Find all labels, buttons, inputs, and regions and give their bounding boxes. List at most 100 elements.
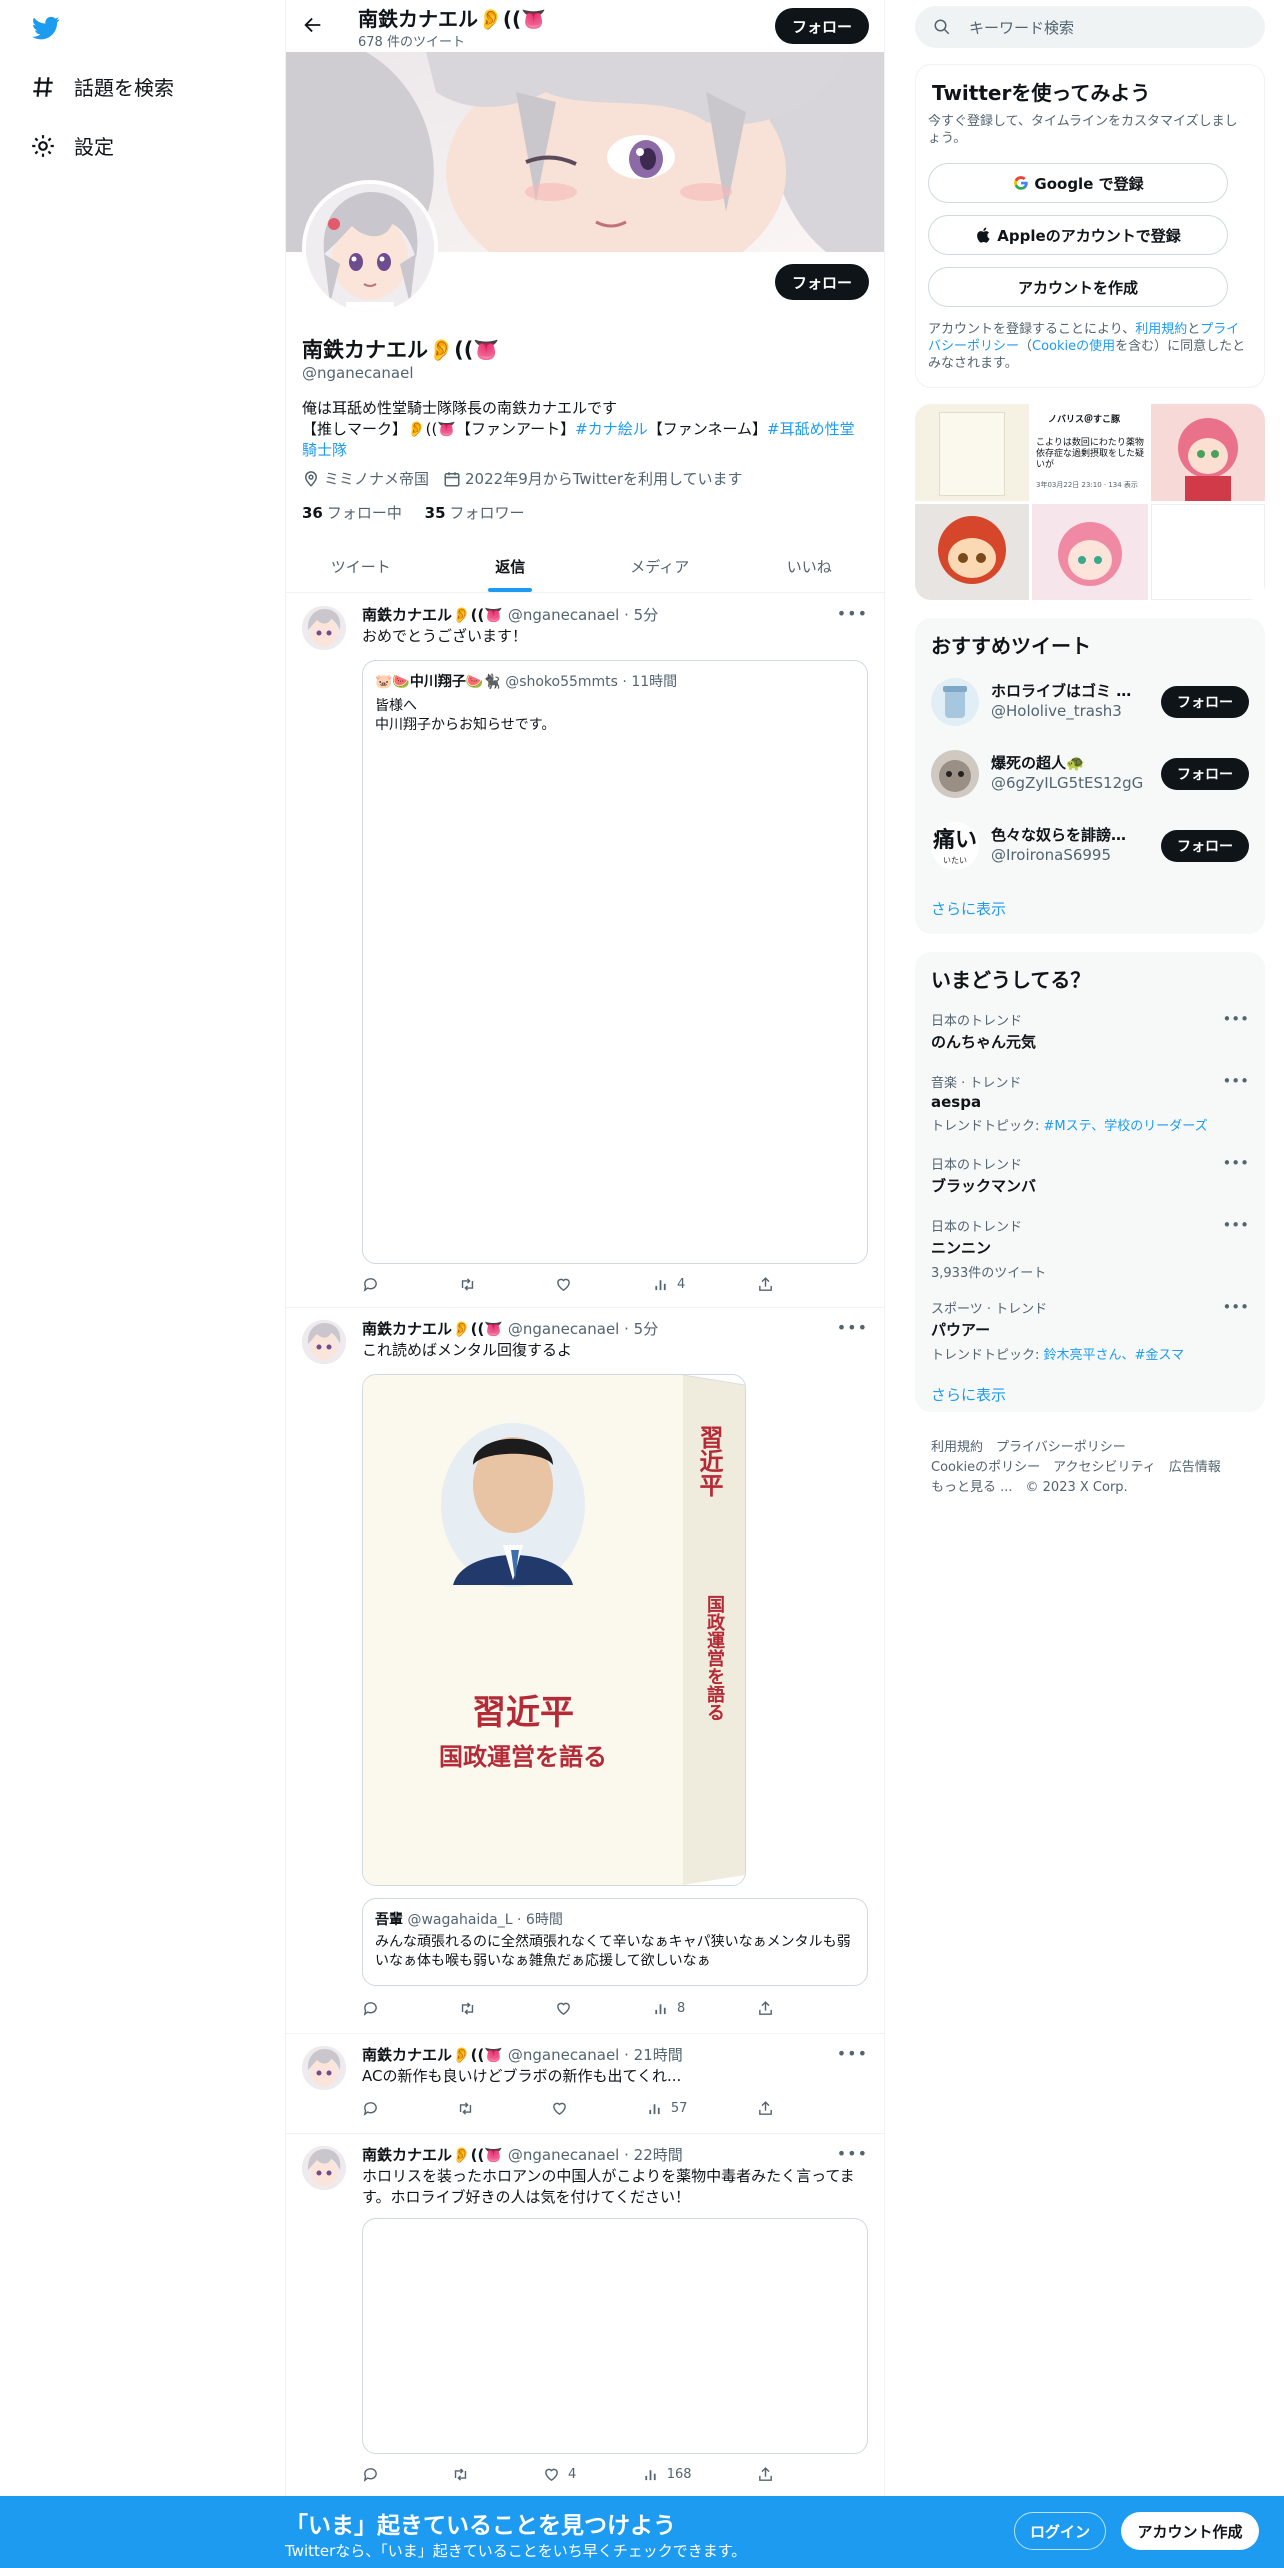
terms-text-c: （ bbox=[1019, 339, 1033, 354]
nav-explore[interactable]: 話題を検索 bbox=[30, 72, 174, 101]
show-more-link[interactable]: さらに表示 bbox=[931, 898, 1006, 919]
views-button[interactable]: 57 bbox=[646, 2100, 687, 2117]
media-thumb[interactable] bbox=[1151, 404, 1265, 501]
tweet-author-name[interactable]: 南鉄カナエル👂((👅 bbox=[362, 2146, 503, 2164]
suggestion-avatar[interactable]: 痛い いたい bbox=[931, 822, 979, 870]
views-button[interactable]: 168 bbox=[642, 2466, 692, 2483]
suggestion-item[interactable]: ホロライブはゴミ 3rd @Hololive_trash3 フォロー bbox=[931, 674, 1249, 728]
trend-item[interactable]: 日本のトレンド ブラックマンバ ••• bbox=[931, 1154, 1249, 1196]
back-arrow-icon[interactable] bbox=[302, 14, 324, 36]
quoted-tweet[interactable] bbox=[362, 2218, 868, 2454]
footer-links-1[interactable]: 利用規約 プライバシーポリシー bbox=[931, 1438, 1221, 1458]
followers-link[interactable]: 35 フォロワー bbox=[425, 504, 525, 522]
like-button[interactable] bbox=[555, 2000, 580, 2017]
header-follow-button[interactable]: フォロー bbox=[775, 8, 869, 44]
google-signup-button[interactable]: Google で登録 bbox=[928, 163, 1228, 203]
tweet-avatar[interactable] bbox=[302, 1320, 346, 1364]
apple-signup-button[interactable]: Appleのアカウントで登録 bbox=[928, 215, 1228, 255]
reply-button[interactable] bbox=[362, 2466, 387, 2483]
retweet-button[interactable] bbox=[459, 1276, 484, 1293]
more-options-icon[interactable]: ••• bbox=[837, 604, 868, 623]
suggestion-follow-button[interactable]: フォロー bbox=[1161, 758, 1249, 790]
suggestion-follow-button[interactable]: フォロー bbox=[1161, 686, 1249, 718]
reply-button[interactable] bbox=[362, 2100, 387, 2117]
more-options-icon[interactable]: ••• bbox=[1222, 1010, 1249, 1028]
views-button[interactable]: 4 bbox=[652, 1276, 685, 1293]
tweet-author-name[interactable]: 南鉄カナエル👂((👅 bbox=[362, 606, 503, 624]
trends-title: いまどうしてる？ bbox=[931, 968, 1091, 992]
share-button[interactable] bbox=[757, 2466, 782, 2483]
profile-follow-button[interactable]: フォロー bbox=[775, 264, 869, 300]
bio-hashtag-1[interactable]: #カナ絵ル bbox=[575, 420, 648, 438]
tweet-avatar[interactable] bbox=[302, 606, 346, 650]
tweet-author-name[interactable]: 南鉄カナエル👂((👅 bbox=[362, 2046, 503, 2064]
media-grid[interactable]: ノバリス＠すこ豚 こよりは数回にわたり薬物依存症な過剰摂取をした疑いが 3年03… bbox=[915, 404, 1265, 600]
views-button[interactable]: 8 bbox=[652, 2000, 685, 2017]
tweet[interactable]: 南鉄カナエル👂((👅 @nganecanael · 5分 ••• これ読めばメン… bbox=[286, 1308, 884, 2034]
retweet-button[interactable] bbox=[459, 2000, 484, 2017]
login-button[interactable]: ログイン bbox=[1014, 2512, 1106, 2550]
tweet-media-image[interactable]: 習近平 国政運営を語る 習近平 国政運営を語る bbox=[362, 1374, 746, 1886]
more-options-icon[interactable]: ••• bbox=[837, 2144, 868, 2163]
tweet-meta: @nganecanael · 21時間 bbox=[507, 2046, 683, 2064]
suggestion-follow-button[interactable]: フォロー bbox=[1161, 830, 1249, 862]
retweet-button[interactable] bbox=[452, 2466, 477, 2483]
cookie-link[interactable]: Cookieの使用 bbox=[1032, 339, 1115, 354]
share-button[interactable] bbox=[757, 2000, 782, 2017]
search-box[interactable]: キーワード検索 bbox=[915, 6, 1265, 48]
tweet[interactable]: 南鉄カナエル👂((👅 @nganecanael · 22時間 ••• ホロリスを… bbox=[286, 2134, 884, 2496]
like-button[interactable] bbox=[555, 1276, 580, 1293]
suggestion-avatar[interactable] bbox=[931, 678, 979, 726]
quoted-tweet[interactable]: 🐷🍉中川翔子🍉🐈‍⬛ @shoko55mmts · 11時間 皆様へ 中川翔子か… bbox=[362, 660, 868, 1264]
tweet[interactable]: 南鉄カナエル👂((👅 @nganecanael · 21時間 ••• ACの新作… bbox=[286, 2034, 884, 2134]
tweet[interactable]: 南鉄カナエル👂((👅 @nganecanael · 5分 ••• おめでとうござ… bbox=[286, 594, 884, 1308]
quoted-tweet[interactable]: 吾輩 @wagahaida_L · 6時間 みんな頑張れるのに全然頑張れなくて辛… bbox=[362, 1898, 868, 1986]
trend-item[interactable]: 日本のトレンド のんちゃん元気 ••• bbox=[931, 1010, 1249, 1052]
hashtag-icon bbox=[33, 76, 53, 97]
tab-media[interactable]: メディア bbox=[585, 540, 735, 592]
tab-tweets[interactable]: ツイート bbox=[286, 540, 436, 592]
following-link[interactable]: 36 フォロー中 bbox=[302, 504, 402, 522]
share-button[interactable] bbox=[757, 2100, 782, 2117]
share-button[interactable] bbox=[757, 1276, 782, 1293]
tab-replies[interactable]: 返信 bbox=[436, 540, 586, 592]
reply-button[interactable] bbox=[362, 2000, 387, 2017]
nav-settings[interactable]: 設定 bbox=[30, 131, 114, 160]
trend-item[interactable]: 日本のトレンド ニンニン 3,933件のツイート ••• bbox=[931, 1216, 1249, 1281]
like-button[interactable] bbox=[551, 2100, 576, 2117]
tweet-author-name[interactable]: 南鉄カナエル👂((👅 bbox=[362, 1320, 503, 1338]
trend-topics-links[interactable]: #Mステ、学校のリーダーズ bbox=[1044, 1119, 1208, 1134]
tab-likes[interactable]: いいね bbox=[735, 540, 885, 592]
suggestion-item[interactable]: 痛い いたい 色々な奴らを誹謗中... @IroironaS6995 フォロー bbox=[931, 818, 1249, 872]
trend-topics-links[interactable]: 鈴木亮平さん、#金スマ bbox=[1044, 1348, 1185, 1363]
reply-button[interactable] bbox=[362, 1276, 387, 1293]
media-thumb[interactable] bbox=[915, 504, 1029, 600]
suggestion-avatar[interactable] bbox=[931, 750, 979, 798]
more-options-icon[interactable]: ••• bbox=[837, 2044, 868, 2063]
twitter-logo-icon[interactable] bbox=[30, 14, 62, 42]
more-options-icon[interactable]: ••• bbox=[1222, 1154, 1249, 1172]
more-options-icon[interactable]: ••• bbox=[1222, 1072, 1249, 1090]
show-more-trends-link[interactable]: さらに表示 bbox=[931, 1384, 1006, 1405]
tweet-avatar[interactable] bbox=[302, 2146, 346, 2190]
media-thumb[interactable] bbox=[1032, 504, 1148, 600]
footer-links-3[interactable]: もっと見る ... © 2023 X Corp. bbox=[931, 1478, 1221, 1498]
media-thumb[interactable] bbox=[1151, 504, 1265, 600]
more-options-icon[interactable]: ••• bbox=[837, 1318, 868, 1337]
media-thumb[interactable]: ノバリス＠すこ豚 こよりは数回にわたり薬物依存症な過剰摂取をした疑いが 3年03… bbox=[1032, 404, 1148, 501]
suggestion-item[interactable]: 爆死の超人🐢 @6gZyILG5tES12gG フォロー bbox=[931, 746, 1249, 800]
like-button[interactable]: 4 bbox=[543, 2466, 576, 2483]
signup-button[interactable]: アカウント作成 bbox=[1121, 2512, 1259, 2550]
joined-text: 2022年9月からTwitterを利用しています bbox=[465, 470, 743, 488]
tweet-avatar[interactable] bbox=[302, 2046, 346, 2090]
terms-link[interactable]: 利用規約 bbox=[1135, 322, 1187, 337]
create-account-button[interactable]: アカウントを作成 bbox=[928, 267, 1228, 307]
trend-item[interactable]: 音楽 · トレンド aespa トレンドトピック: #Mステ、学校のリーダーズ … bbox=[931, 1072, 1249, 1134]
more-options-icon[interactable]: ••• bbox=[1222, 1216, 1249, 1234]
trend-item[interactable]: スポーツ · トレンド パウアー トレンドトピック: 鈴木亮平さん、#金スマ •… bbox=[931, 1298, 1249, 1363]
retweet-button[interactable] bbox=[457, 2100, 482, 2117]
profile-avatar[interactable] bbox=[302, 180, 438, 316]
media-thumb[interactable] bbox=[915, 404, 1029, 501]
footer-links-2[interactable]: Cookieのポリシー アクセシビリティ 広告情報 bbox=[931, 1458, 1221, 1478]
more-options-icon[interactable]: ••• bbox=[1222, 1298, 1249, 1316]
